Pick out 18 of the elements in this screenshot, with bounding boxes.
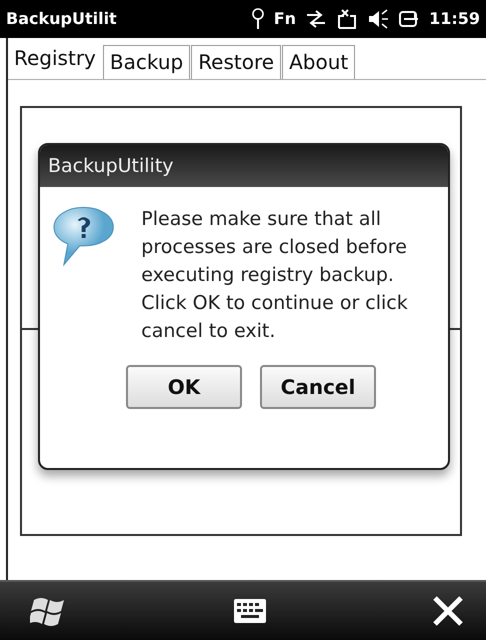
dialog-title: BackupUtility (40, 145, 448, 187)
keyboard-icon[interactable] (234, 599, 266, 623)
speaker-icon (367, 8, 390, 30)
clock-time: 11:59 (429, 8, 480, 30)
no-connection-icon (336, 8, 358, 30)
fn-indicator: Fn (274, 8, 296, 30)
dialog-message: Please make sure that all processes are closed before executing registry backup. Click OK to continue or click cancel to exit. (141, 207, 409, 344)
close-icon[interactable] (432, 595, 464, 627)
question-bubble-icon (52, 205, 116, 267)
tab[interactable]: Restore (191, 45, 282, 79)
antenna-icon (250, 8, 265, 30)
tab[interactable]: About (282, 45, 356, 79)
sync-arrows-icon (305, 8, 328, 30)
app-title: BackupUtilit (6, 8, 118, 30)
tab[interactable]: Backup (102, 45, 190, 79)
battery-plug-icon (398, 8, 420, 30)
ok-button[interactable]: OK (126, 365, 242, 409)
cancel-button[interactable]: Cancel (260, 365, 376, 409)
